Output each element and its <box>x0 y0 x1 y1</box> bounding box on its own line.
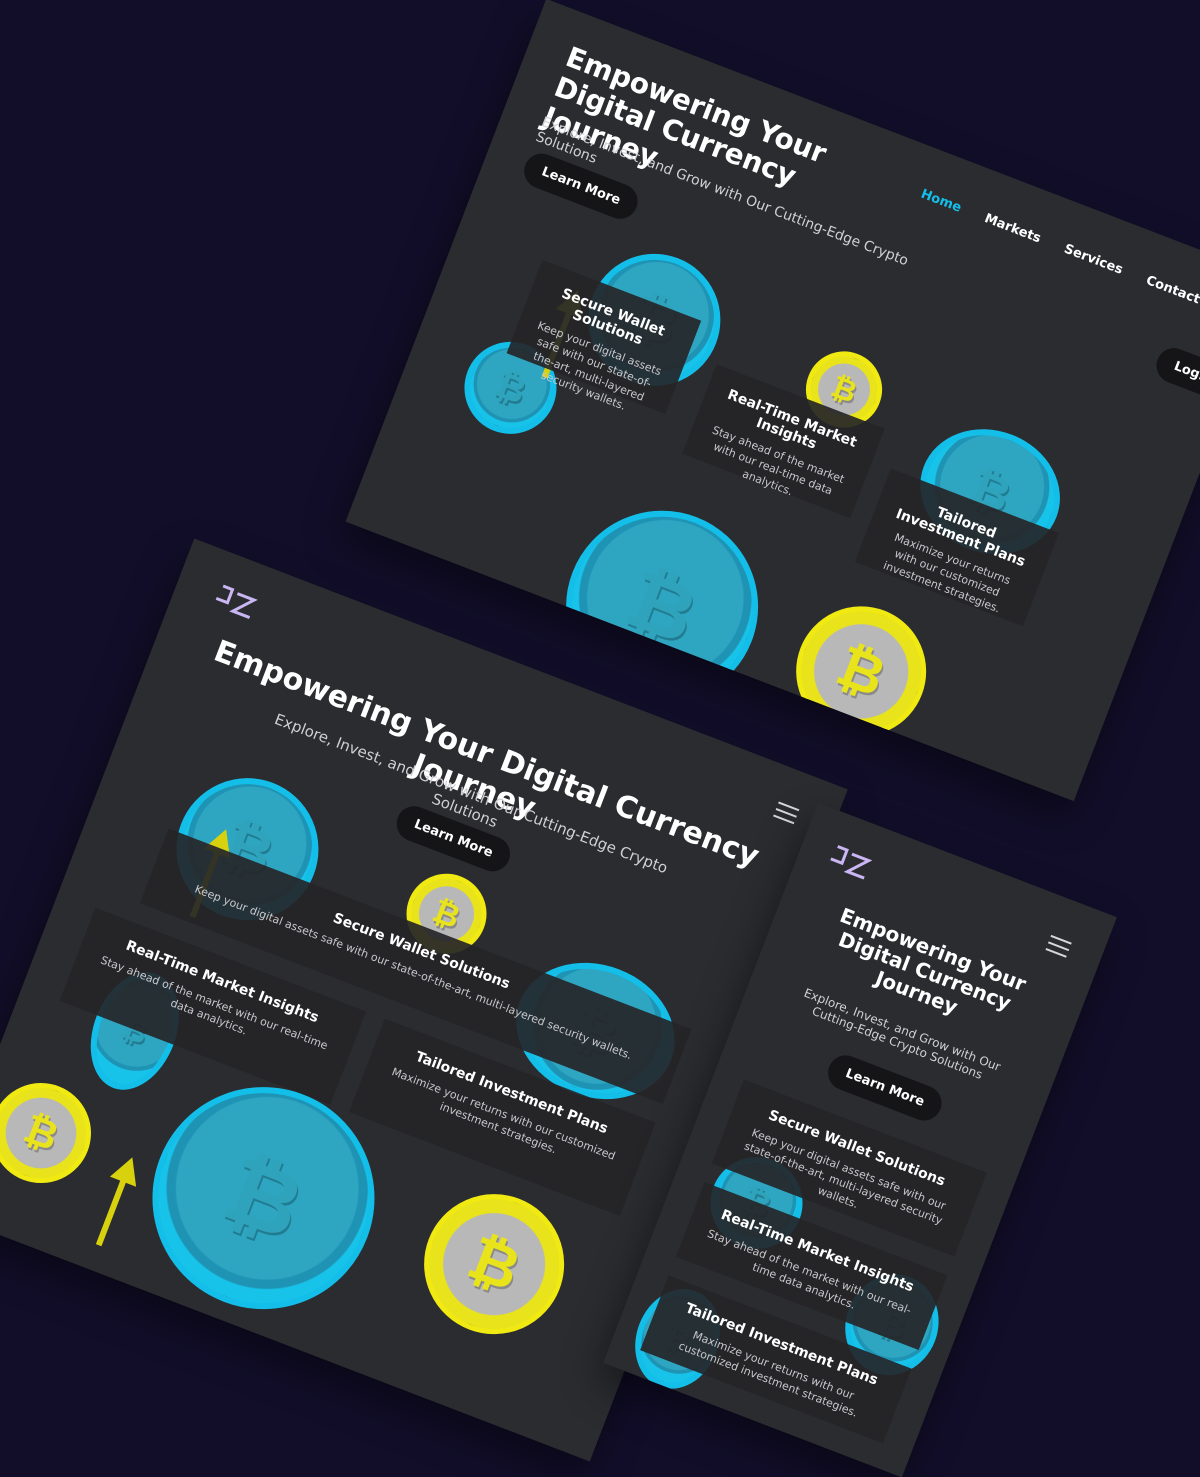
nav-contact[interactable]: Contact Us <box>1144 273 1200 315</box>
up-arrow-icon <box>109 1152 146 1187</box>
hero-title: Empowering Your Digital Currency Journey <box>782 889 1068 1054</box>
jz-logo-icon <box>830 845 873 880</box>
main-nav: Home Markets Services Contact Us <box>919 187 1200 316</box>
login-button[interactable]: Login <box>1151 343 1200 404</box>
bitcoin-coin-icon: ₿ <box>403 1173 585 1355</box>
hamburger-menu-icon[interactable] <box>773 801 800 825</box>
nav-services[interactable]: Services <box>1062 242 1125 278</box>
bitcoin-coin-icon: ₿ <box>777 587 946 756</box>
bitcoin-coin-icon: ₿ <box>0 1068 106 1198</box>
jz-logo-icon <box>215 584 258 619</box>
nav-markets[interactable]: Markets <box>982 211 1043 246</box>
hamburger-menu-icon[interactable] <box>1045 934 1072 958</box>
nav-home[interactable]: Home <box>919 187 964 216</box>
